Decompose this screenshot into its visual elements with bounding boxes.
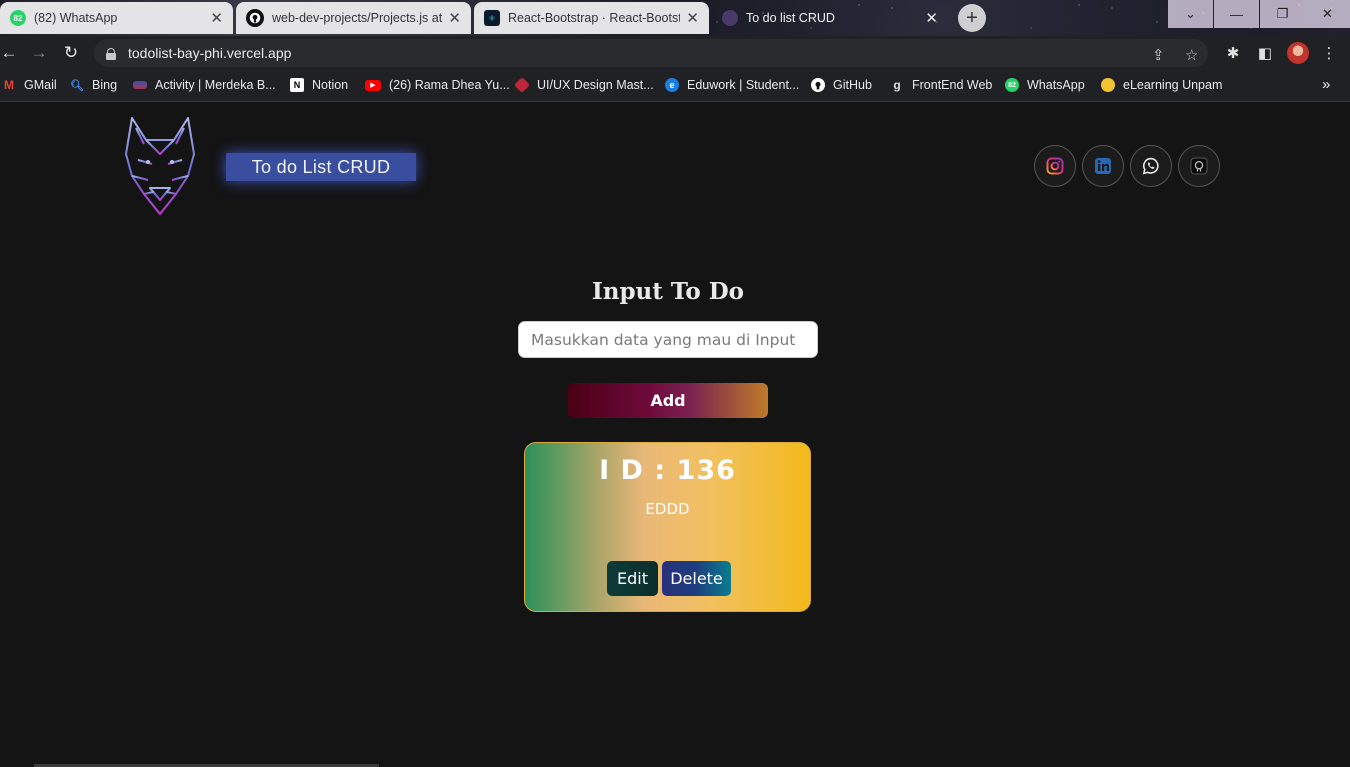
bookmark-github[interactable]: GitHub xyxy=(811,70,872,100)
tab-github[interactable]: web-dev-projects/Projects.js at m ✕ xyxy=(236,2,471,34)
minimize-button[interactable]: — xyxy=(1214,0,1259,28)
tab-search-button[interactable]: ⌄ xyxy=(1168,0,1213,28)
bookmark-label: eLearning Unpam xyxy=(1123,78,1223,92)
bookmark-label: (26) Rama Dhea Yu... xyxy=(389,78,510,92)
bookmark-notion[interactable]: N Notion xyxy=(290,70,348,100)
edit-button[interactable]: Edit xyxy=(607,561,658,596)
bookmarks-bar: M GMail 🔍︎ Bing Activity | Merdeka B... … xyxy=(0,70,1350,102)
wolf-favicon-icon xyxy=(722,10,738,26)
linkedin-icon xyxy=(1095,158,1111,174)
whatsapp-favicon-icon: 82 xyxy=(10,10,26,26)
lock-icon xyxy=(106,47,116,60)
tab-title: (82) WhatsApp xyxy=(34,11,118,25)
whatsapp-button[interactable] xyxy=(1130,145,1172,187)
page-title: Input To Do xyxy=(591,278,745,305)
close-icon[interactable]: ✕ xyxy=(686,9,699,27)
bookmark-label: GitHub xyxy=(833,78,872,92)
todo-input[interactable] xyxy=(518,321,818,358)
close-window-button[interactable]: ✕ xyxy=(1305,0,1350,28)
add-button[interactable]: Add xyxy=(568,383,768,418)
instagram-button[interactable] xyxy=(1034,145,1076,187)
new-tab-button[interactable]: + xyxy=(958,4,986,32)
tab-react-bootstrap[interactable]: ⚛ React-Bootstrap · React-Bootstrap ✕ xyxy=(474,2,709,34)
bookmark-frontend-web[interactable]: g FrontEnd Web xyxy=(890,70,992,100)
tab-todo-crud[interactable]: To do list CRUD ✕ xyxy=(712,2,948,34)
youtube-icon: ▶ xyxy=(365,79,381,91)
bookmark-label: Eduwork | Student... xyxy=(687,78,800,92)
eduwork-icon: e xyxy=(665,78,679,92)
search-icon: 🔍︎ xyxy=(70,79,84,92)
instagram-icon xyxy=(1046,157,1064,175)
reload-icon[interactable]: ↻ xyxy=(60,42,82,64)
wolf-logo-icon xyxy=(125,117,195,215)
frontend-web-icon: g xyxy=(893,78,901,92)
bookmark-uiux[interactable]: UI/UX Design Mast... xyxy=(514,70,654,100)
merdeka-icon xyxy=(133,81,147,89)
side-panel-icon[interactable]: ◧ xyxy=(1254,42,1276,64)
tab-title: web-dev-projects/Projects.js at m xyxy=(272,11,443,25)
profile-avatar[interactable] xyxy=(1287,42,1309,64)
whatsapp-icon xyxy=(1142,157,1159,175)
bookmark-label: GMail xyxy=(24,78,57,92)
github-button[interactable] xyxy=(1178,145,1220,187)
chevron-right-double-icon[interactable]: » xyxy=(1322,76,1330,93)
todo-id: I D : 136 xyxy=(599,455,736,486)
menu-kebab-icon[interactable]: ⋮ xyxy=(1318,42,1340,64)
delete-button[interactable]: Delete xyxy=(662,561,731,596)
gmail-icon: M xyxy=(4,78,14,92)
tab-title: React-Bootstrap · React-Bootstrap xyxy=(508,11,681,25)
share-icon[interactable]: ⇪ xyxy=(1152,46,1165,64)
bookmark-elearning[interactable]: eLearning Unpam xyxy=(1101,70,1222,100)
bookmark-eduwork[interactable]: e Eduwork | Student... xyxy=(665,70,799,100)
back-arrow-icon[interactable]: ← xyxy=(0,42,20,64)
address-bar[interactable]: todolist-bay-phi.vercel.app ⇪ ☆ xyxy=(94,39,1208,67)
github-icon xyxy=(1190,157,1208,175)
tab-title: To do list CRUD xyxy=(746,11,835,25)
github-icon xyxy=(811,78,825,92)
browser-tab-strip: 82 (82) WhatsApp ✕ web-dev-projects/Proj… xyxy=(0,0,1350,36)
url-text: todolist-bay-phi.vercel.app xyxy=(128,45,292,61)
uiux-icon xyxy=(514,77,530,93)
browser-toolbar: ← → ↻ todolist-bay-phi.vercel.app ⇪ ☆ ✱ … xyxy=(0,36,1350,70)
whatsapp-icon: 82 xyxy=(1005,78,1019,92)
bookmark-whatsapp[interactable]: 82 WhatsApp xyxy=(1005,70,1085,100)
close-icon[interactable]: ✕ xyxy=(925,9,938,27)
elearning-icon xyxy=(1101,78,1115,92)
linkedin-button[interactable] xyxy=(1082,145,1124,187)
bookmark-label: WhatsApp xyxy=(1027,78,1085,92)
bookmark-star-icon[interactable]: ☆ xyxy=(1185,46,1198,64)
close-icon[interactable]: ✕ xyxy=(448,9,461,27)
bookmark-youtube[interactable]: ▶ (26) Rama Dhea Yu... xyxy=(365,70,510,100)
forward-arrow-icon[interactable]: → xyxy=(28,42,50,64)
page-content: To do List CRUD Input To Do Add xyxy=(0,102,1350,767)
bookmark-label: UI/UX Design Mast... xyxy=(537,78,654,92)
close-icon[interactable]: ✕ xyxy=(210,9,223,27)
github-favicon-icon xyxy=(246,9,264,27)
todo-text: EDDD xyxy=(645,500,690,518)
todo-card: I D : 136 EDDD Edit Delete xyxy=(524,442,811,612)
extensions-puzzle-icon[interactable]: ✱ xyxy=(1222,42,1244,64)
react-bootstrap-favicon-icon: ⚛ xyxy=(484,10,500,26)
bookmark-merdeka[interactable]: Activity | Merdeka B... xyxy=(133,70,276,100)
bookmark-label: FrontEnd Web xyxy=(912,78,993,92)
restore-button[interactable]: ❐ xyxy=(1260,0,1305,28)
bookmark-label: Bing xyxy=(92,78,118,92)
tab-whatsapp[interactable]: 82 (82) WhatsApp ✕ xyxy=(0,2,233,34)
bookmark-gmail[interactable]: M GMail xyxy=(2,70,57,100)
bookmark-label: Notion xyxy=(312,78,349,92)
brand-title[interactable]: To do List CRUD xyxy=(226,153,416,181)
bookmark-label: Activity | Merdeka B... xyxy=(155,78,276,92)
bookmark-bing[interactable]: 🔍︎ Bing xyxy=(70,70,117,100)
notion-icon: N xyxy=(290,78,304,92)
